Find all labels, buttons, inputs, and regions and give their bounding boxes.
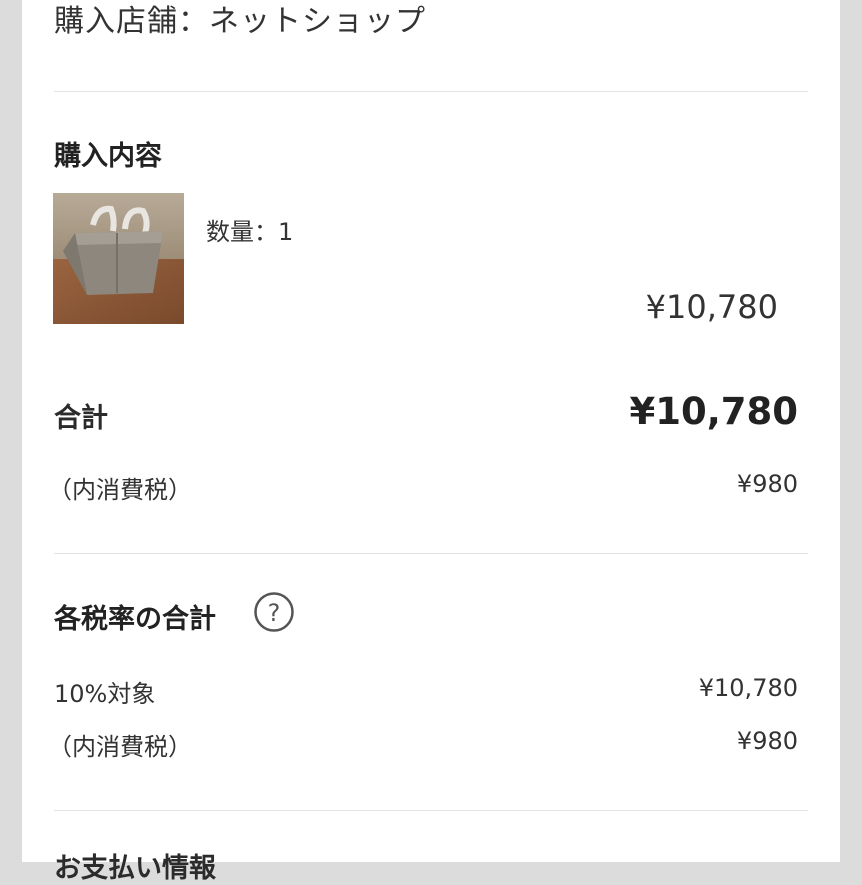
tax-rate-row-label: 10%対象	[54, 680, 156, 708]
quantity-value: 1	[278, 218, 294, 246]
payment-heading: お支払い情報	[54, 853, 216, 884]
question-circle-icon[interactable]: ?	[254, 592, 294, 632]
tax-label: （内消費税）	[48, 476, 192, 504]
tax-rate-row-label: （内消費税）	[48, 733, 192, 761]
purchase-heading: 購入内容	[54, 141, 162, 172]
tax-value: ¥980	[736, 470, 798, 498]
tax-rates-heading: 各税率の合計	[54, 604, 216, 635]
quantity-label: 数量：	[206, 218, 278, 246]
total-value: ¥10,780	[629, 390, 798, 433]
total-label: 合計	[54, 403, 108, 434]
product-thumbnail[interactable]	[53, 193, 184, 324]
store-line: 購入店舗：ネットショップ	[54, 0, 426, 40]
svg-text:?: ?	[268, 599, 281, 627]
item-quantity: 数量：1	[206, 212, 293, 247]
store-label: 購入店舗：	[54, 4, 209, 39]
divider	[54, 553, 808, 554]
tax-rate-row-value: ¥10,780	[698, 674, 798, 702]
divider	[54, 810, 808, 811]
receipt-sheet: 購入店舗：ネットショップ 購入内容 数量：1 ¥10,780 合計 ¥10,78…	[22, 0, 840, 884]
tax-rate-row-value: ¥980	[736, 727, 798, 755]
store-value: ネットショップ	[209, 4, 426, 39]
divider	[54, 91, 808, 92]
item-price: ¥10,780	[645, 288, 778, 326]
product-bag-photo-icon	[53, 193, 184, 324]
